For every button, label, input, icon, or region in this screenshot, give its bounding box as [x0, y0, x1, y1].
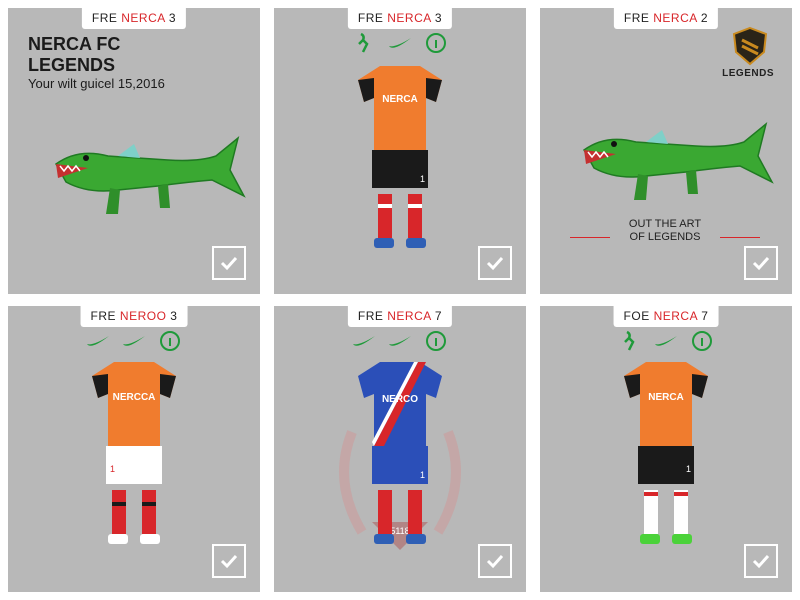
kit-card[interactable]: FRE NERCA 3 NERCA 1: [274, 8, 526, 294]
short-number: 1: [110, 464, 115, 474]
check-icon: [220, 256, 238, 271]
info-icon: [692, 331, 712, 351]
swoosh-icon: [655, 336, 677, 346]
crest-icon: [732, 26, 768, 66]
card-tag: FRE NEROO 3: [80, 306, 188, 327]
short-number: 1: [420, 470, 425, 480]
kit-card[interactable]: FRE NERCA 2 LEGENDS OUT THE ART OF LEGEN…: [540, 8, 792, 294]
check-icon: [752, 256, 770, 271]
select-checkbox[interactable]: [478, 246, 512, 280]
swoosh-icon: [353, 336, 375, 346]
info-icon: [160, 331, 180, 351]
card-tag: FRE NERCA 7: [347, 306, 453, 327]
football-kit: NERCCA 1: [92, 362, 176, 544]
crocodile-illustration: [583, 121, 774, 200]
kit-grid: FRE NERCA 3 NERCA FC LEGENDS Your wilt g…: [0, 0, 800, 600]
runner-icon: [624, 330, 635, 351]
check-icon: [752, 554, 770, 569]
swoosh-icon: [389, 38, 411, 48]
kit-text: NERCO: [382, 394, 418, 405]
brand-icons: [351, 330, 449, 352]
kit-text: NERCA: [382, 94, 418, 105]
check-icon: [486, 256, 504, 271]
card-tag: FRE NERCA 3: [347, 8, 453, 29]
card-tag: FOE NERCA 7: [613, 306, 719, 327]
runner-icon: [358, 32, 369, 53]
info-icon: [426, 331, 446, 351]
select-checkbox[interactable]: [212, 246, 246, 280]
select-checkbox[interactable]: [212, 544, 246, 578]
football-kit: NERCA 1: [358, 66, 442, 248]
swoosh-icon: [123, 336, 145, 346]
brand-icons: [85, 330, 183, 352]
brand-icons: [617, 330, 715, 352]
kit-card[interactable]: FRE NERCA 7 5118 NERCO 1: [274, 306, 526, 592]
info-icon: [426, 33, 446, 53]
kit-text: NERCCA: [113, 392, 156, 403]
crest-label: LEGENDS: [722, 68, 774, 79]
crocodile-illustration: [55, 135, 246, 214]
check-icon: [220, 554, 238, 569]
check-icon: [486, 554, 504, 569]
brand-icons: [351, 32, 449, 54]
brand-subtitle: Your wilt guicel 15,2016: [28, 76, 165, 91]
kit-text: NERCA: [648, 392, 684, 403]
card-tag: FRE NERCA 3: [81, 8, 187, 29]
short-number: 1: [686, 464, 691, 474]
short-number: 1: [420, 174, 425, 184]
brand-title: NERCA FC LEGENDS: [28, 34, 121, 75]
card-tag: FRE NERCA 2: [613, 8, 719, 29]
football-kit: NERCA 1: [624, 362, 708, 544]
kit-card[interactable]: FRE NEROO 3 NERCCA 1: [8, 306, 260, 592]
select-checkbox[interactable]: [744, 544, 778, 578]
swoosh-icon: [389, 336, 411, 346]
kit-card[interactable]: FRE NERCA 3 NERCA FC LEGENDS Your wilt g…: [8, 8, 260, 294]
football-kit: NERCO 1: [358, 362, 442, 544]
kit-card[interactable]: FOE NERCA 7 NERCA 1: [540, 306, 792, 592]
select-checkbox[interactable]: [478, 544, 512, 578]
art-caption: OUT THE ART OF LEGENDS: [570, 218, 760, 244]
swoosh-icon: [87, 336, 109, 346]
select-checkbox[interactable]: [744, 246, 778, 280]
